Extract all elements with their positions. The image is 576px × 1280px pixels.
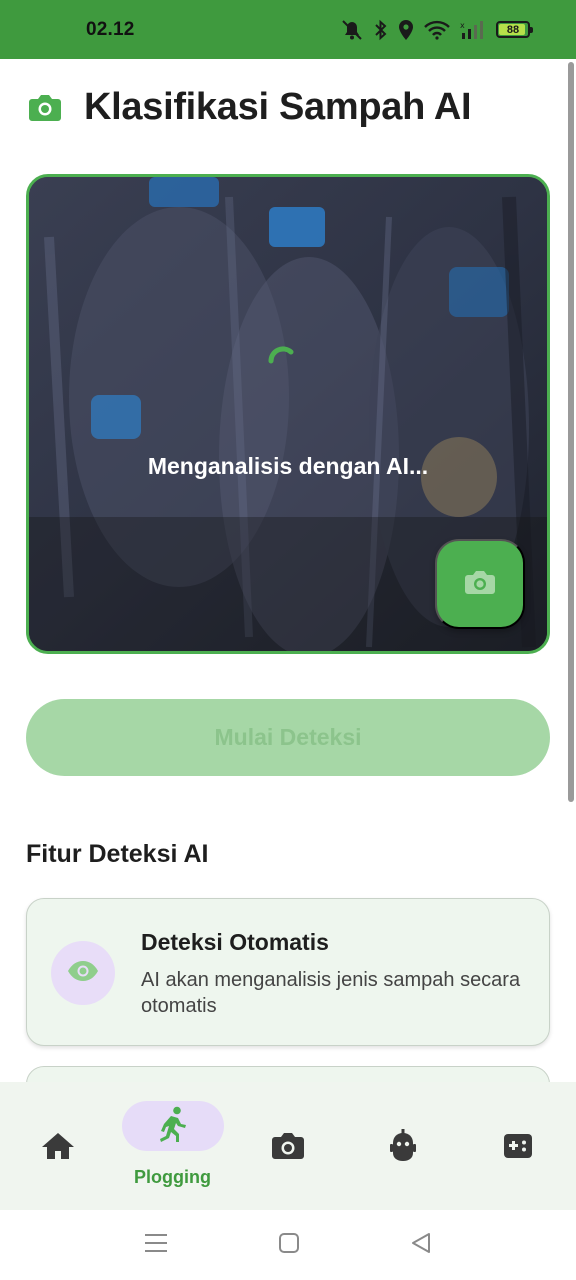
battery-icon: 88 bbox=[496, 21, 533, 38]
feature-icon-container bbox=[51, 941, 115, 1005]
gamepad-icon bbox=[501, 1129, 535, 1163]
signal-icon: x bbox=[460, 20, 486, 40]
nav-item-games[interactable] bbox=[460, 1082, 575, 1210]
home-square-icon[interactable] bbox=[278, 1232, 300, 1259]
nav-item-home[interactable] bbox=[0, 1082, 115, 1210]
home-icon bbox=[41, 1129, 75, 1163]
status-icons: x 88 bbox=[340, 19, 533, 41]
bottom-navigation: Plogging bbox=[0, 1082, 576, 1210]
page-header: Klasifikasi Sampah AI bbox=[28, 86, 472, 129]
battery-text: 88 bbox=[506, 23, 520, 36]
nav-label-plogging: Plogging bbox=[134, 1167, 211, 1187]
camera-icon bbox=[271, 1129, 305, 1163]
back-icon[interactable] bbox=[410, 1232, 432, 1259]
features-section-title: Fitur Deteksi AI bbox=[26, 840, 209, 868]
robot-icon bbox=[386, 1129, 420, 1163]
camera-icon bbox=[464, 570, 496, 599]
svg-text:x: x bbox=[460, 21, 465, 30]
nav-item-camera[interactable] bbox=[230, 1082, 345, 1210]
camera-icon bbox=[28, 91, 62, 125]
loading-spinner-icon bbox=[267, 345, 299, 382]
wifi-icon bbox=[424, 20, 450, 40]
running-icon bbox=[158, 1106, 188, 1147]
nav-active-indicator bbox=[121, 1101, 224, 1151]
nav-item-plogging[interactable]: Plogging bbox=[115, 1082, 230, 1210]
feature-description: AI akan menganalisis jenis sampah secara… bbox=[141, 969, 521, 1017]
status-bar: 02.12 x 88 bbox=[0, 0, 576, 59]
mute-icon bbox=[340, 19, 364, 41]
page-title: Klasifikasi Sampah AI bbox=[84, 86, 472, 128]
bluetooth-icon bbox=[374, 19, 388, 41]
feature-title: Deteksi Otomatis bbox=[141, 929, 329, 955]
nav-item-robot[interactable] bbox=[345, 1082, 460, 1210]
eye-icon bbox=[67, 960, 99, 987]
analysis-status-text: Menganalisis dengan AI... bbox=[147, 453, 429, 479]
system-navigation-bar bbox=[0, 1210, 576, 1280]
menu-icon[interactable] bbox=[144, 1232, 168, 1259]
scrollbar[interactable] bbox=[568, 62, 574, 802]
start-detection-button[interactable]: Mulai Deteksi bbox=[26, 699, 550, 776]
location-icon bbox=[398, 19, 414, 41]
capture-button[interactable] bbox=[435, 539, 525, 629]
camera-preview[interactable]: Menganalisis dengan AI... bbox=[26, 174, 550, 654]
status-time: 02.12 bbox=[86, 18, 135, 40]
feature-card[interactable]: Deteksi Otomatis AI akan menganalisis je… bbox=[26, 898, 550, 1046]
